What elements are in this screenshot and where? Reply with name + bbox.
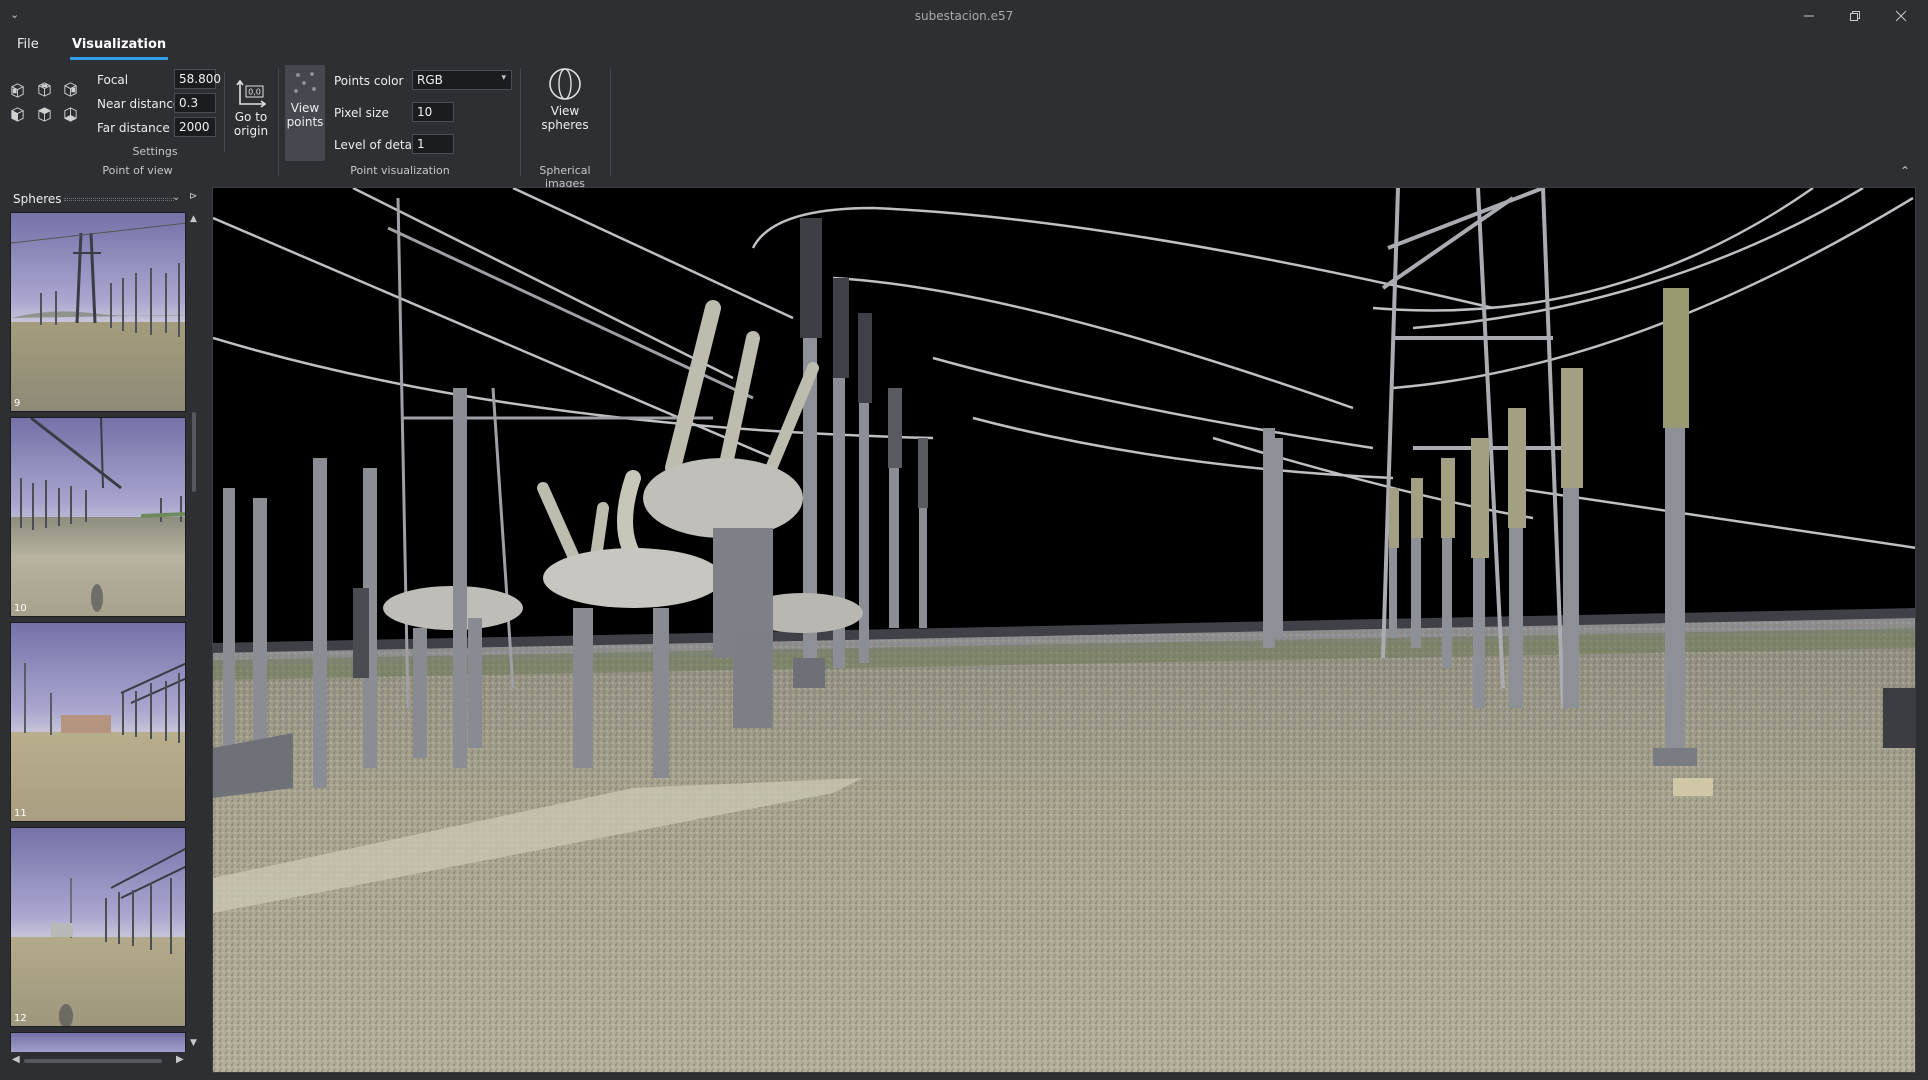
scrollbar-thumb[interactable] [24, 1059, 162, 1063]
panel-menu-chevron-icon[interactable]: ⌄ [172, 192, 180, 203]
collapse-ribbon-icon[interactable]: ⌃ [1900, 164, 1910, 178]
thumbnail-index: 10 [14, 603, 27, 614]
point-of-view-group-label: Point of view [102, 164, 173, 177]
tab-file[interactable]: File [17, 37, 39, 52]
thumbnail-index: 9 [14, 398, 21, 409]
view-top-button[interactable] [33, 103, 55, 125]
cube-back-icon [37, 81, 51, 97]
spheres-panel: Spheres ⌄ ⊳ 9 10 11 12 ▲ ▼ ◀ ▶ [7, 188, 203, 1073]
scrollbar-thumb[interactable] [192, 412, 196, 492]
far-distance-label: Far distance [97, 121, 170, 135]
divider [224, 72, 225, 152]
vertical-scrollbar[interactable]: ▲ ▼ [189, 212, 201, 1052]
view-points-line1: View [290, 101, 320, 115]
origin-icon-text: 0,0 [248, 88, 261, 97]
window-title: subestacion.e57 [914, 9, 1014, 23]
sphere-thumbnail[interactable]: 10 [10, 417, 186, 617]
title-bar: ⌄ subestacion.e57 [0, 0, 1928, 32]
pin-icon[interactable]: ⊳ [189, 191, 197, 202]
thumbnail-index: 11 [14, 808, 27, 819]
level-of-detail-field[interactable]: 1 [412, 134, 454, 154]
thumbnail-scene [20, 418, 185, 612]
scroll-right-icon[interactable]: ▶ [176, 1054, 184, 1065]
points-icon [294, 72, 316, 93]
level-of-detail-label: Level of detail [334, 138, 419, 152]
view-points-button[interactable]: View points [285, 65, 325, 161]
cube-front-icon [10, 82, 24, 98]
minimize-button[interactable] [1786, 0, 1832, 32]
close-button[interactable] [1878, 0, 1924, 32]
scroll-down-icon[interactable]: ▼ [190, 1038, 197, 1048]
tab-visualization[interactable]: Visualization [70, 37, 169, 60]
tab-visualization-label: Visualization [72, 37, 167, 52]
near-distance-label: Near distance [97, 97, 181, 111]
thumbnail-scene [11, 222, 185, 337]
minimize-icon [1804, 15, 1814, 17]
view-front-button[interactable] [6, 79, 28, 101]
points-color-label: Points color [334, 74, 404, 88]
far-distance-field[interactable]: 2000 [174, 117, 216, 137]
view-bottom-button[interactable] [59, 103, 81, 125]
restore-button[interactable] [1832, 0, 1878, 32]
cube-right-icon [63, 81, 77, 97]
cube-top-icon [37, 106, 51, 122]
panel-drag-grip[interactable] [64, 198, 174, 201]
spheres-panel-header: Spheres ⌄ ⊳ [7, 188, 203, 210]
origin-axes-icon: 0,0 [236, 79, 267, 108]
cube-left-icon [10, 106, 24, 122]
scroll-left-icon[interactable]: ◀ [12, 1054, 20, 1065]
divider [520, 68, 521, 176]
point-cloud-scene [213, 188, 1915, 1072]
thumbnail-scene [51, 847, 185, 1026]
points-color-select[interactable]: RGB ▾ [412, 70, 512, 90]
view-spheres-line1: View [550, 104, 580, 118]
scroll-up-icon[interactable]: ▲ [190, 214, 197, 224]
view-back-button[interactable] [33, 78, 55, 100]
view-right-button[interactable] [59, 78, 81, 100]
go-to-origin-button[interactable]: 0,0 Go to origin [230, 78, 272, 144]
sphere-thumbnail[interactable] [10, 1032, 186, 1052]
focal-label: Focal [97, 73, 129, 87]
near-distance-field[interactable]: 0.3 [174, 93, 216, 113]
sphere-thumbnail[interactable]: 11 [10, 622, 186, 822]
points-color-value: RGB [417, 73, 443, 87]
view-spheres-line2: spheres [541, 118, 589, 132]
point-cloud-viewport[interactable] [212, 187, 1916, 1073]
pixel-size-field[interactable]: 10 [412, 102, 454, 122]
close-icon [1895, 10, 1907, 22]
sphere-thumbnail[interactable]: 12 [10, 827, 186, 1027]
ribbon: Focal 58.800 Near distance 0.3 Far dista… [0, 60, 1928, 190]
restore-icon [1850, 11, 1860, 21]
go-to-origin-line2: origin [233, 124, 269, 138]
view-spheres-button[interactable]: View spheres [535, 66, 595, 146]
sphere-icon [549, 68, 581, 100]
pixel-size-label: Pixel size [334, 106, 389, 120]
go-to-origin-line1: Go to [234, 110, 268, 124]
settings-sublabel: Settings [132, 145, 178, 158]
divider [278, 68, 279, 176]
chevron-down-icon: ▾ [501, 73, 506, 83]
spheres-panel-title: Spheres [13, 192, 62, 206]
divider [610, 68, 611, 176]
thumbnail-scene [24, 662, 185, 743]
thumbnail-index: 12 [14, 1013, 27, 1024]
cube-bottom-icon [63, 106, 77, 122]
point-visualization-group-label: Point visualization [350, 164, 450, 177]
spheres-thumbnail-list: 9 10 11 12 [10, 212, 186, 1052]
focal-field[interactable]: 58.800 [174, 69, 221, 89]
view-points-line2: points [286, 115, 324, 129]
horizontal-scrollbar[interactable]: ◀ ▶ [10, 1054, 186, 1068]
sphere-thumbnail[interactable]: 9 [10, 212, 186, 412]
view-left-button[interactable] [6, 103, 28, 125]
